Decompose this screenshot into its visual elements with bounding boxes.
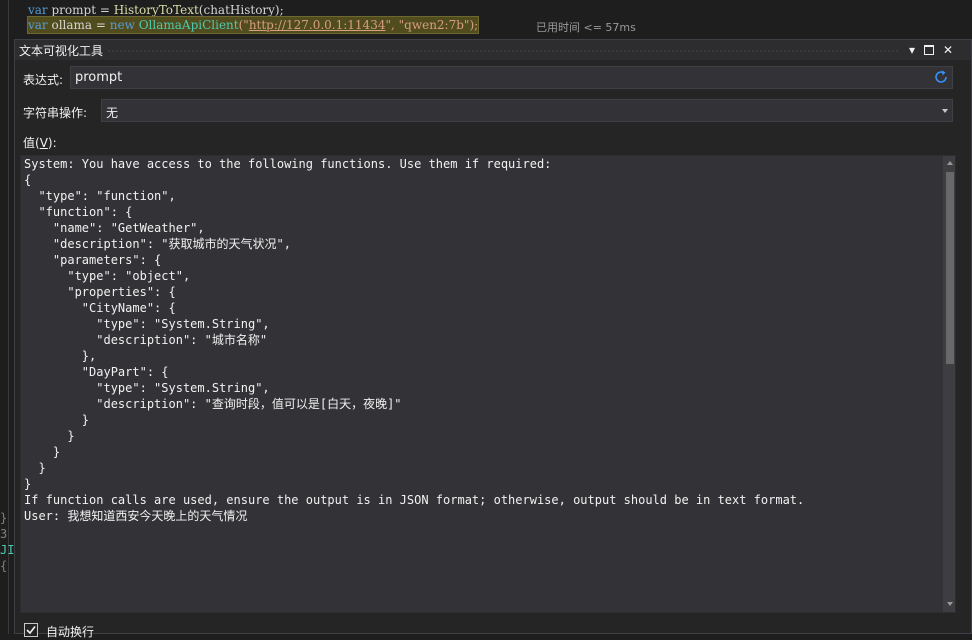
method-name: HistoryToText	[113, 3, 199, 17]
gutter-glyph: {	[0, 559, 8, 573]
dialog-title: 文本可视化工具	[19, 44, 104, 58]
model-string: qwen2:7b	[404, 18, 464, 32]
refresh-icon[interactable]	[933, 69, 949, 85]
value-label-post: ):	[47, 136, 57, 150]
url-link[interactable]: http://127.0.0.1:11434	[249, 18, 386, 32]
text-visualizer-dialog: 文本可视化工具 ▾ ✕ 表达式: prompt 字符串操作: 无 值(V): S…	[14, 39, 972, 639]
gutter-glyph: }	[0, 511, 8, 525]
expression-value: prompt	[75, 70, 123, 85]
code-punct: ("	[238, 18, 249, 32]
close-icon[interactable]: ✕	[941, 42, 955, 58]
editor-gutter-glyphs: } 3 JI {	[0, 510, 14, 574]
scroll-down-arrow-icon[interactable]	[947, 602, 953, 606]
dialog-titlebar[interactable]: 文本可视化工具 ▾ ✕	[15, 40, 971, 60]
gutter-glyph: 3	[0, 527, 8, 541]
string-operation-label: 字符串操作:	[23, 106, 88, 120]
code-punct: ", "	[385, 18, 405, 32]
expression-input[interactable]: prompt	[70, 66, 953, 89]
chevron-down-icon	[942, 109, 948, 113]
keyword-var: var	[28, 3, 48, 17]
maximize-icon[interactable]	[922, 42, 936, 58]
value-label: 值(V):	[23, 134, 57, 151]
code-line-prompt[interactable]: var prompt = HistoryToText(chatHistory);	[28, 2, 284, 18]
keyword-new: new	[109, 18, 135, 32]
perf-tip: 已用时间 <= 57ms	[536, 21, 636, 34]
code-args: (chatHistory);	[198, 3, 284, 17]
titlebar-grip	[107, 49, 899, 52]
expression-label: 表达式:	[23, 71, 63, 88]
scroll-up-arrow-icon[interactable]	[947, 161, 953, 165]
word-wrap-checkbox[interactable]	[24, 623, 38, 637]
vertical-scrollbar[interactable]	[943, 156, 955, 612]
expression-label-colon: :	[59, 73, 64, 87]
gutter-glyph: JI	[0, 543, 15, 557]
code-text: ollama =	[47, 18, 110, 32]
chevron-down-icon[interactable]: ▾	[905, 42, 919, 58]
code-text: prompt =	[47, 3, 114, 17]
value-text: System: You have access to the following…	[24, 157, 805, 523]
type-name: OllamaApiClient	[138, 18, 239, 32]
word-wrap-label[interactable]: 自动换行	[46, 623, 94, 640]
string-operation-value: 无	[106, 106, 119, 120]
keyword-var: var	[28, 18, 48, 32]
string-operation-select[interactable]: 无	[101, 99, 953, 122]
code-punct: ");	[463, 18, 479, 32]
value-textarea[interactable]: System: You have access to the following…	[20, 155, 956, 613]
code-line-ollama-current[interactable]: var ollama = new OllamaApiClient("http:/…	[26, 16, 480, 34]
value-label-accesskey: V	[39, 136, 48, 150]
scrollbar-thumb[interactable]	[946, 172, 954, 364]
value-label-pre: 值(	[23, 136, 40, 150]
expression-label-text: 表达式	[23, 73, 60, 87]
